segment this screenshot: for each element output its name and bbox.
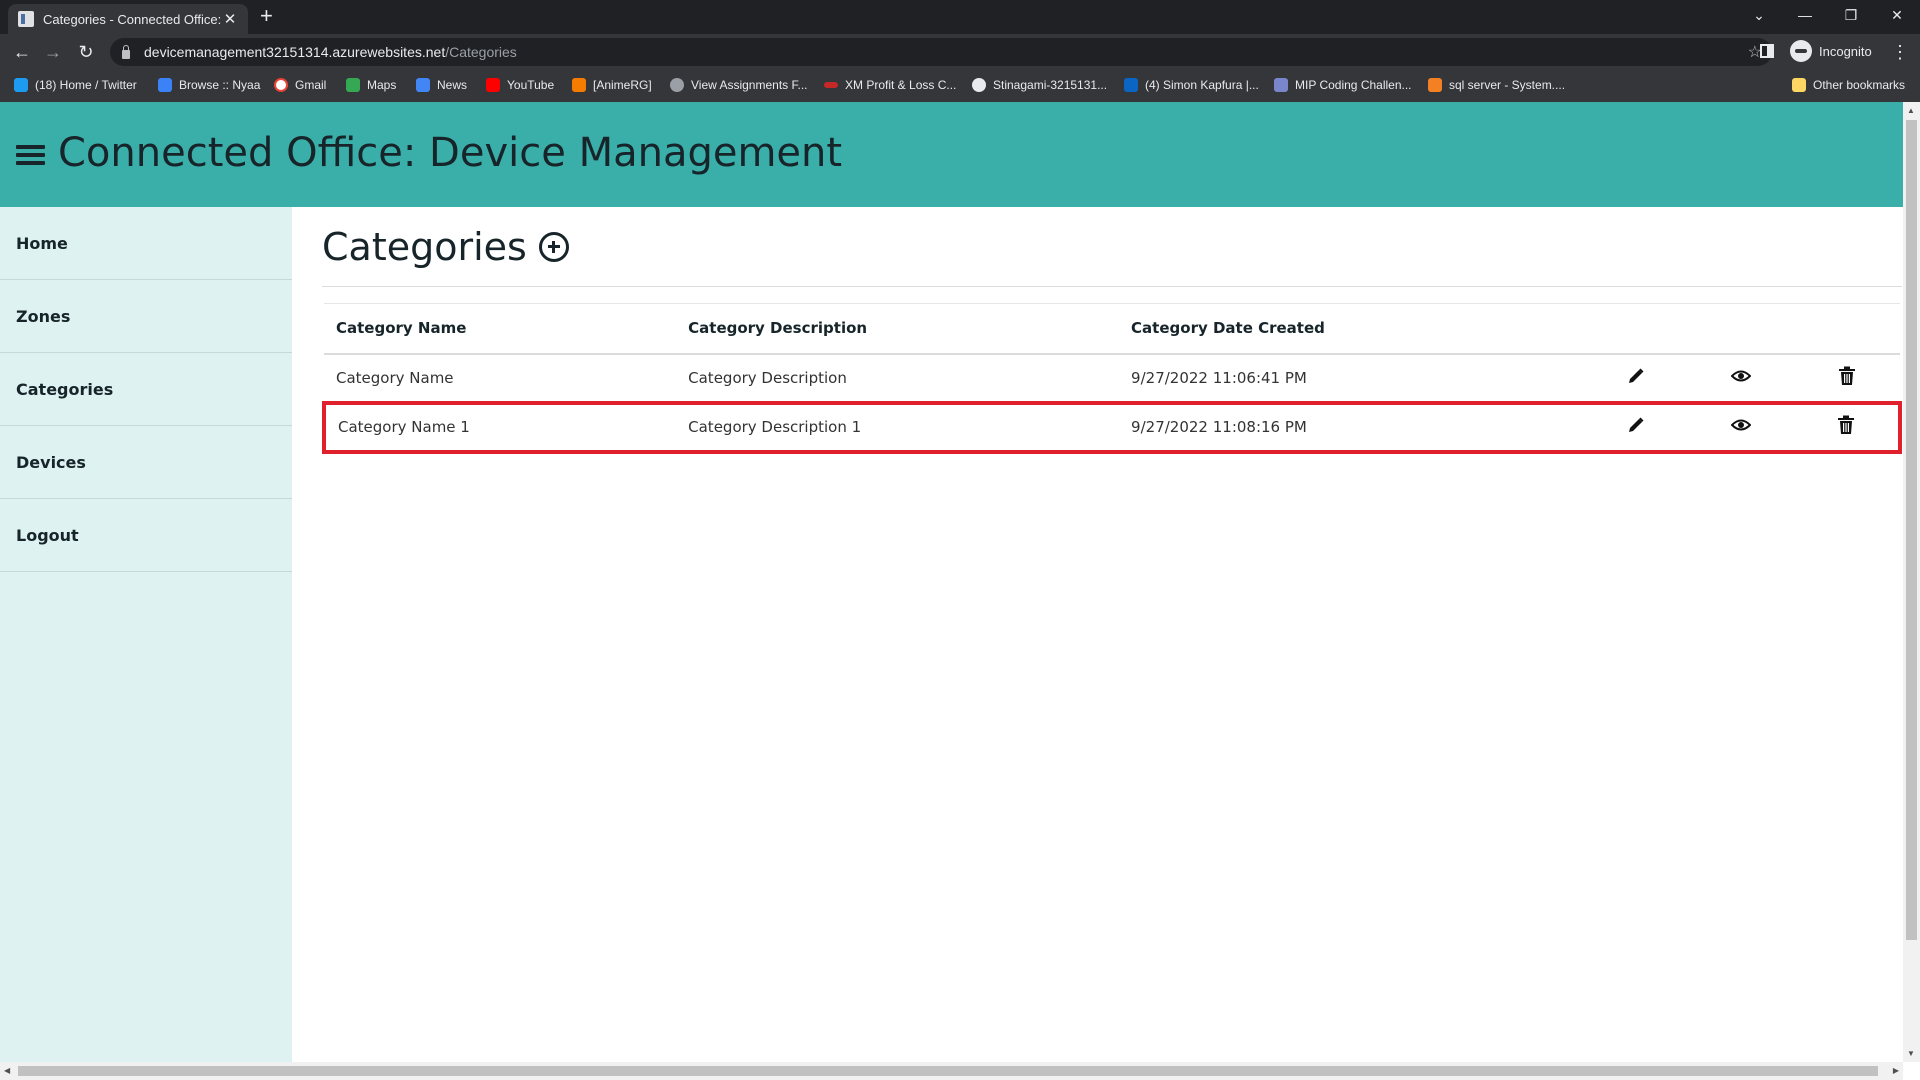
bookmark-item[interactable]: News [416,78,467,92]
scroll-down-icon[interactable]: ▼ [1907,1049,1915,1058]
page-favicon-icon [18,11,34,27]
scroll-right-icon[interactable]: ▶ [1893,1066,1899,1075]
lock-icon[interactable] [122,44,130,59]
category-date-cell: 9/27/2022 11:08:16 PM [1119,400,1583,454]
horizontal-scrollbar[interactable]: ◀ ▶ [0,1062,1903,1080]
sidebar-item-zones[interactable]: Zones [0,280,292,353]
blogger-icon [572,78,586,92]
app-title: Connected Office: Device Management [58,130,843,176]
linkedin-icon [1124,78,1138,92]
bookmark-item[interactable]: XM Profit & Loss C... [824,78,956,92]
browser-tabstrip: Categories - Connected Office: D ✕ + ⌄ —… [0,0,1920,34]
incognito-icon [1790,40,1812,62]
tab-title: Categories - Connected Office: D [43,11,222,27]
view-eye-icon[interactable] [1730,369,1752,387]
browser-tab[interactable]: Categories - Connected Office: D ✕ [8,4,248,34]
bookmark-item[interactable]: (4) Simon Kapfura |... [1124,78,1259,92]
browser-menu-icon[interactable]: ⋮ [1888,40,1912,64]
stackoverflow-icon [1428,78,1442,92]
horizontal-scrollbar-thumb[interactable] [18,1066,1878,1076]
address-bar[interactable]: devicemanagement32151314.azurewebsites.n… [110,38,1772,66]
page-header: Categories [322,207,1902,287]
sidebar-item-logout[interactable]: Logout [0,499,292,572]
incognito-label: Incognito [1819,43,1872,59]
page-title: Categories [322,224,527,269]
column-header-date: Category Date Created [1119,303,1583,355]
tab-search-icon[interactable]: ⌄ [1736,0,1782,30]
bookmark-item[interactable]: [AnimeRG] [572,78,652,92]
restore-icon[interactable]: ❐ [1828,0,1874,30]
url-host: devicemanagement32151314.azurewebsites.n… [144,44,446,60]
sidebar-item-devices[interactable]: Devices [0,426,292,499]
column-header-description: Category Description [676,303,1120,355]
category-name-cell: Category Name [336,368,454,387]
mip-icon [1274,78,1288,92]
bookmark-item[interactable]: MIP Coding Challen... [1274,78,1412,92]
bookmark-item[interactable]: Maps [346,78,396,92]
nyaa-icon [158,78,172,92]
bookmark-item[interactable]: (18) Home / Twitter [14,78,137,92]
reload-icon[interactable]: ↻ [74,40,98,64]
category-name-cell: Category Name 1 [321,400,677,454]
view-eye-icon[interactable] [1730,418,1752,436]
browser-toolbar: ← → ↻ devicemanagement32151314.azurewebs… [0,34,1920,70]
bookmark-item[interactable]: YouTube [486,78,554,92]
side-panel-icon[interactable] [1760,44,1774,58]
sidebar: Home Zones Categories Devices Logout [0,207,292,1062]
url-path: /Categories [445,44,517,60]
new-tab-icon[interactable]: + [260,5,273,27]
category-description-cell: Category Description [688,368,847,387]
youtube-icon [486,78,500,92]
edit-pencil-icon[interactable] [1627,367,1645,389]
maps-icon [346,78,360,92]
table-row: Category Name 1 Category Description 1 9… [321,400,1902,454]
github-icon [972,78,986,92]
edit-pencil-icon[interactable] [1627,416,1645,438]
xm-icon [824,82,838,88]
minimize-icon[interactable]: — [1782,0,1828,30]
google-icon [274,78,288,92]
incognito-profile-button[interactable]: Incognito [1790,40,1872,62]
delete-trash-icon[interactable] [1837,415,1855,439]
bookmark-item[interactable]: sql server - System.... [1428,78,1565,92]
vertical-scrollbar[interactable]: ▲ ▼ [1903,102,1920,1062]
folder-icon [1792,78,1806,92]
hamburger-menu-icon[interactable] [16,145,45,166]
sidebar-item-home[interactable]: Home [0,207,292,280]
forward-icon[interactable]: → [41,40,65,64]
sidebar-item-categories[interactable]: Categories [0,353,292,426]
add-category-icon[interactable] [538,231,569,262]
delete-trash-icon[interactable] [1838,366,1856,390]
scroll-left-icon[interactable]: ◀ [4,1066,10,1075]
bookmark-item[interactable]: View Assignments F... [670,78,808,92]
table-row: Category Name Category Description 9/27/… [324,354,1900,403]
app-header: Connected Office: Device Management [0,102,1903,207]
table-header-row: Category Name Category Description Categ… [324,303,1900,355]
scroll-up-icon[interactable]: ▲ [1907,106,1915,115]
main-content: Categories Category Name Category Descri… [321,207,1902,454]
category-description-cell: Category Description 1 [676,400,1120,454]
tab-close-icon[interactable]: ✕ [222,10,238,28]
other-bookmarks[interactable]: Other bookmarks [1792,78,1905,92]
vertical-scrollbar-thumb[interactable] [1906,120,1917,940]
categories-table: Category Name Category Description Categ… [321,303,1902,454]
bookmarks-bar: (18) Home / Twitter Browse :: Nyaa Gmail… [0,70,1920,102]
column-header-name: Category Name [324,303,677,355]
twitter-icon [14,78,28,92]
news-icon [416,78,430,92]
back-icon[interactable]: ← [10,40,34,64]
close-window-icon[interactable]: ✕ [1874,0,1920,30]
category-date-cell: 9/27/2022 11:06:41 PM [1131,368,1307,387]
bookmark-item[interactable]: Gmail [274,78,326,92]
bookmark-item[interactable]: Stinagami-3215131... [972,78,1107,92]
bookmark-item[interactable]: Browse :: Nyaa [158,78,260,92]
globe-icon [670,78,684,92]
